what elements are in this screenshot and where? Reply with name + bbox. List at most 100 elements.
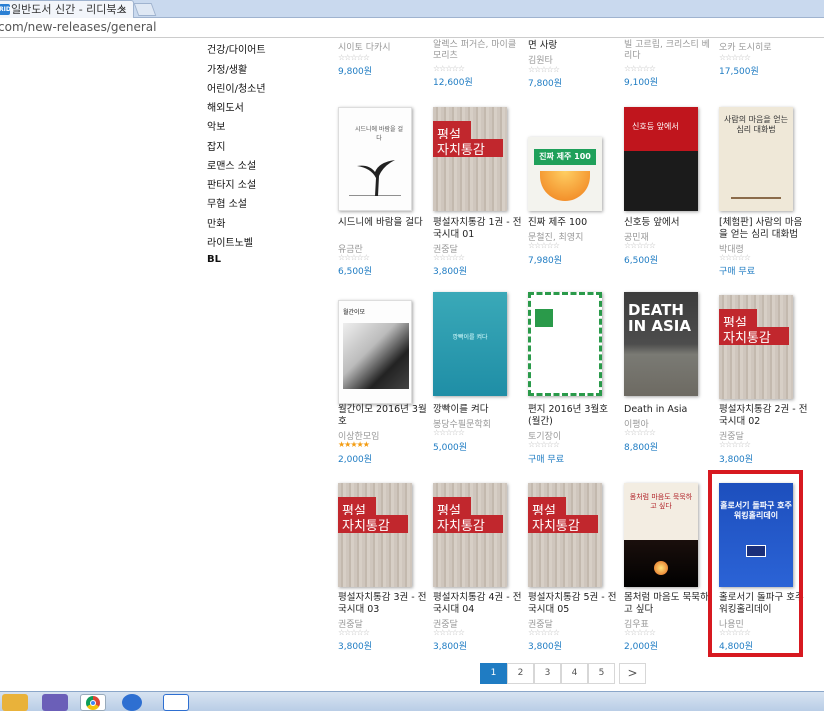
- book-price: 6,500원: [624, 256, 659, 266]
- page-2-button[interactable]: 2: [507, 663, 534, 684]
- page-3-button[interactable]: 3: [534, 663, 561, 684]
- category-bl[interactable]: BL: [207, 254, 221, 265]
- rating-stars: ☆☆☆☆☆: [719, 253, 751, 262]
- book-title[interactable]: Death in Asia: [624, 404, 716, 416]
- book-title[interactable]: 편지 2016년 3월호 (월간): [528, 404, 620, 428]
- next-page-button[interactable]: >: [619, 663, 646, 684]
- book-cover[interactable]: DEATH IN ASIA: [624, 292, 698, 396]
- book-title[interactable]: 평설자치통감 4권 - 전국시대 04: [433, 592, 525, 616]
- page-5-button[interactable]: 5: [588, 663, 615, 684]
- cover-title: 시드니에 바람을 걸다: [355, 126, 403, 142]
- category-score[interactable]: 악보: [207, 118, 225, 133]
- browser-icon[interactable]: [122, 694, 142, 711]
- category-comics[interactable]: 만화: [207, 215, 225, 230]
- cover-title-block: 평설 자치통감: [338, 497, 412, 534]
- category-home[interactable]: 가정/생활: [207, 61, 247, 76]
- category-foreign[interactable]: 해외도서: [207, 99, 244, 114]
- tab-ridibooks[interactable]: RIDI 일반도서 신간 - 리디북스 ×: [0, 0, 134, 18]
- stamp-icon: [535, 309, 553, 327]
- book-cover[interactable]: 평설 자치통감: [433, 483, 507, 587]
- book-price: 구매 무료: [528, 455, 564, 465]
- page-4-button[interactable]: 4: [561, 663, 588, 684]
- ridi-favicon-icon: RIDI: [0, 4, 14, 15]
- book-title[interactable]: 평설자치통감 2권 - 전국시대 02: [719, 404, 811, 428]
- book-cover[interactable]: 월간이모: [338, 300, 412, 404]
- book-price: 3,800원: [719, 455, 754, 465]
- page-1-button[interactable]: 1: [480, 663, 507, 684]
- cover-title-block: 평설 자치통감: [433, 121, 507, 158]
- book-cover[interactable]: 몸처럼 마음도 묵묵하고 싶다: [624, 483, 698, 587]
- book-cover[interactable]: 평설 자치통감: [338, 483, 412, 587]
- book-cover[interactable]: [528, 292, 602, 396]
- rating-stars: ☆☆☆☆☆: [528, 65, 560, 74]
- chrome-icon[interactable]: [80, 694, 106, 711]
- rating-stars: ☆☆☆☆☆: [624, 64, 656, 73]
- pagination: 1 2 3 4 5 >: [480, 663, 646, 684]
- book-title[interactable]: 몸처럼 마음도 묵묵하고 싶다: [624, 592, 716, 616]
- media-player-icon[interactable]: [2, 694, 28, 711]
- book-price: 9,100원: [624, 78, 659, 88]
- book-title[interactable]: 월간이모 2016년 3월호: [338, 404, 430, 428]
- book-cover[interactable]: 평설 자치통감: [719, 295, 793, 399]
- rating-stars: ☆☆☆☆☆: [338, 628, 370, 637]
- book-title[interactable]: 평설자치통감 1권 - 전국시대 01: [433, 217, 525, 241]
- close-icon[interactable]: ×: [118, 1, 127, 18]
- rating-stars: ☆☆☆☆☆: [338, 53, 370, 62]
- tab-title: 일반도서 신간 - 리디북스: [11, 3, 127, 16]
- category-lightnovel[interactable]: 라이트노벨: [207, 234, 253, 249]
- cover-title-block: 신호등 앞에서: [624, 107, 698, 151]
- mail-icon[interactable]: [42, 694, 68, 711]
- book-author: 알렉스 퍼거슨, 마이클 모리츠: [433, 40, 517, 61]
- book-cover[interactable]: 평설 자치통감: [528, 483, 602, 587]
- book-price: 17,500원: [719, 67, 759, 77]
- rating-stars: ☆☆☆☆☆: [528, 628, 560, 637]
- rating-stars: ☆☆☆☆☆: [433, 428, 465, 437]
- cover-title: 깡빡이를 켜다: [452, 334, 488, 341]
- cover-title: 월간이모: [343, 309, 366, 316]
- new-tab-button[interactable]: [133, 3, 157, 16]
- rating-stars: ☆☆☆☆☆: [719, 53, 751, 62]
- cover-title: DEATH IN ASIA: [628, 301, 691, 335]
- rating-stars: ☆☆☆☆☆: [528, 440, 560, 449]
- tab-strip: RIDI 일반도서 신간 - 리디북스 ×: [0, 0, 824, 18]
- taskbar: [0, 691, 824, 711]
- book-cover[interactable]: 시드니에 바람을 걸다: [338, 107, 412, 211]
- book-title[interactable]: 시드니에 바람을 걸다: [338, 217, 430, 229]
- category-kids[interactable]: 어린이/청소년: [207, 80, 266, 95]
- book-price: 6,500원: [338, 267, 373, 277]
- rating-stars: ☆☆☆☆☆: [433, 64, 465, 73]
- address-bar[interactable]: com/new-releases/general: [0, 18, 824, 38]
- book-cover[interactable]: 사람의 마음을 얻는 심리 대화법: [719, 107, 793, 211]
- book-title[interactable]: 신호등 앞에서: [624, 217, 716, 229]
- rating-stars: ☆☆☆☆☆: [624, 428, 656, 437]
- book-title[interactable]: 평설자치통감 5권 - 전국시대 05: [528, 592, 620, 616]
- cover-title-block: 평설 자치통감: [528, 497, 602, 534]
- book-cover[interactable]: 평설 자치통감: [433, 107, 507, 211]
- book-title[interactable]: 평설자치통감 3권 - 전국시대 03: [338, 592, 430, 616]
- cover-title: 사람의 마음을 얻는 심리 대화법: [724, 115, 788, 134]
- orange-illustration: [540, 171, 590, 201]
- book-cover[interactable]: 진짜 제주 100: [528, 137, 602, 211]
- cover-title: 몸처럼 마음도 묵묵하고 싶다: [629, 493, 693, 510]
- book-title[interactable]: [체험판] 사람의 마음을 얻는 심리 대화법: [719, 217, 811, 241]
- book-title: 면 사랑: [528, 40, 558, 51]
- rating-stars: ☆☆☆☆☆: [624, 628, 656, 637]
- book-price: 2,000원: [338, 455, 373, 465]
- cover-photo: [343, 323, 409, 389]
- book-cover[interactable]: 깡빡이를 켜다: [433, 292, 507, 396]
- category-martial[interactable]: 무협 소설: [207, 195, 247, 210]
- rating-stars: ☆☆☆☆☆: [528, 241, 560, 250]
- url-text[interactable]: com/new-releases/general: [0, 20, 156, 34]
- category-health[interactable]: 건강/다이어트: [207, 41, 266, 56]
- rating-stars: ★★★★★: [338, 440, 370, 449]
- category-fantasy[interactable]: 판타지 소설: [207, 176, 256, 191]
- book-title[interactable]: 깡빡이를 켜다: [433, 404, 525, 416]
- book-title[interactable]: 진짜 제주 100: [528, 217, 620, 229]
- highlight-box: [708, 470, 803, 657]
- category-romance[interactable]: 로맨스 소설: [207, 157, 256, 172]
- cover-title-block: 평설 자치통감: [719, 309, 793, 346]
- rating-stars: ☆☆☆☆☆: [338, 253, 370, 262]
- app-icon[interactable]: [163, 694, 189, 711]
- category-magazine[interactable]: 잡지: [207, 138, 225, 153]
- book-cover[interactable]: 신호등 앞에서: [624, 107, 698, 211]
